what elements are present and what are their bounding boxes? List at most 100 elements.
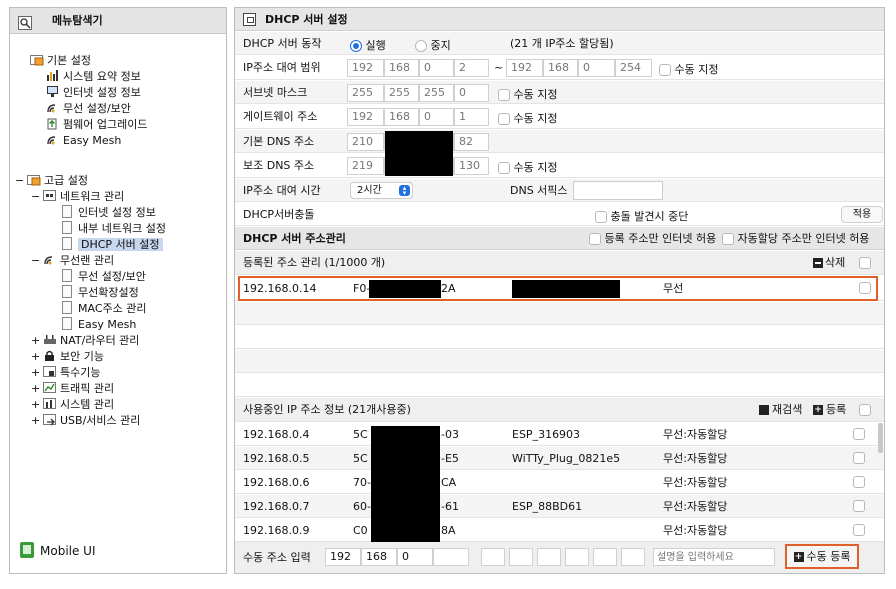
tree-item-system-summary[interactable]: 시스템 요약 정보 xyxy=(46,69,141,85)
tree-usb-service[interactable]: + USB/서비스 관리 xyxy=(31,413,140,429)
radio-on[interactable]: 실행 xyxy=(350,37,386,53)
dns1-4[interactable]: 82 xyxy=(454,133,489,151)
collapse-toggle[interactable]: − xyxy=(31,253,43,269)
table-row[interactable]: 192.168.0.5 5C -E5 WiTTy_Plug_0821e5 무선:자동할당 xyxy=(235,447,884,470)
tree-item-internet-settings[interactable]: 인터넷 설정 정보 xyxy=(62,205,156,221)
mobile-ui-link[interactable]: Mobile UI xyxy=(20,542,96,559)
expand-toggle[interactable]: + xyxy=(31,365,43,381)
range-end-4[interactable]: 254 xyxy=(615,59,652,77)
redaction-block xyxy=(385,131,453,176)
table-row[interactable]: 192.168.0.4 5C -03 ESP_316903 무선:자동할당 xyxy=(235,423,884,446)
folder-gear-icon xyxy=(30,53,44,66)
tree-basic-settings[interactable]: 기본 설정 xyxy=(30,53,91,69)
dns2-1[interactable]: 219 xyxy=(347,157,384,175)
page-icon xyxy=(62,205,72,218)
manual-register-button[interactable]: + 수동 등록 xyxy=(785,544,859,569)
scrollbar[interactable] xyxy=(878,423,883,453)
cell-mac-end: CA xyxy=(441,476,457,489)
collapse-toggle[interactable]: − xyxy=(31,189,43,205)
range-start-4[interactable]: 2 xyxy=(454,59,489,77)
tree-security[interactable]: + 보안 기능 xyxy=(31,349,104,365)
dns2-4[interactable]: 130 xyxy=(454,157,489,175)
tree-item-dhcp-server[interactable]: DHCP 서버 설정 xyxy=(62,237,163,253)
range-start-2[interactable]: 168 xyxy=(384,59,419,77)
manual-ip-3[interactable]: 0 xyxy=(397,548,433,566)
tree-advanced-settings[interactable]: − 고급 설정 xyxy=(15,173,88,189)
manual-mac-5[interactable] xyxy=(593,548,617,566)
select-all-registered[interactable] xyxy=(859,257,871,269)
radio-off[interactable]: 중지 xyxy=(415,37,451,53)
select-all-in-use[interactable] xyxy=(859,404,871,416)
expand-toggle[interactable]: + xyxy=(31,381,43,397)
gateway-manual[interactable]: 수동 지정 xyxy=(498,110,557,126)
table-row[interactable]: 192.168.0.9 C0 8A 무선:자동할당 xyxy=(235,519,884,542)
tree-nat-router[interactable]: + NAT/라우터 관리 xyxy=(31,333,139,349)
manual-mac-2[interactable] xyxy=(509,548,533,566)
tree-traffic[interactable]: + 트래픽 관리 xyxy=(31,381,114,397)
gateway-1[interactable]: 192 xyxy=(347,108,384,126)
row-checkbox[interactable] xyxy=(853,524,865,536)
auto-only-option[interactable]: 자동할당 주소만 인터넷 허용 xyxy=(722,227,869,250)
range-end-1[interactable]: 192 xyxy=(506,59,543,77)
tree-item-internet-info[interactable]: 인터넷 설정 정보 xyxy=(46,85,141,101)
table-row[interactable]: 192.168.0.6 70- CA 무선:자동할당 xyxy=(235,471,884,494)
gateway-3[interactable]: 0 xyxy=(419,108,454,126)
range-start-1[interactable]: 192 xyxy=(347,59,384,77)
conflict-stop[interactable]: 충돌 발견시 중단 xyxy=(595,208,688,224)
row-checkbox[interactable] xyxy=(853,428,865,440)
delete-button[interactable]: 삭제 xyxy=(813,251,845,275)
tree-network-mgmt[interactable]: − 네트워크 관리 xyxy=(31,189,124,205)
subnet-2[interactable]: 255 xyxy=(384,84,419,102)
subnet-4[interactable]: 0 xyxy=(454,84,489,102)
row-checkbox[interactable] xyxy=(853,476,865,488)
expand-toggle[interactable]: + xyxy=(31,413,43,429)
in-use-header: 사용중인 IP 주소 정보 (21개사용중) 재검색 + 등록 xyxy=(235,398,884,422)
dns2-manual[interactable]: 수동 지정 xyxy=(498,159,557,175)
apply-button[interactable]: 적용 xyxy=(841,206,883,223)
register-button[interactable]: + 등록 xyxy=(813,398,846,422)
expand-toggle[interactable]: + xyxy=(31,333,43,349)
tree-item-firmware[interactable]: 펌웨어 업그레이드 xyxy=(46,117,147,133)
tree-item-easy-mesh[interactable]: Easy Mesh xyxy=(46,133,121,149)
row-checkbox[interactable] xyxy=(853,452,865,464)
manual-mac-3[interactable] xyxy=(537,548,561,566)
expand-toggle[interactable]: + xyxy=(31,397,43,413)
tree-item-wireless-security[interactable]: 무선 설정/보안 xyxy=(62,269,146,285)
subnet-manual[interactable]: 수동 지정 xyxy=(498,86,557,102)
window-icon xyxy=(243,13,256,26)
manual-ip-1[interactable]: 192 xyxy=(325,548,361,566)
range-start-3[interactable]: 0 xyxy=(419,59,454,77)
tree-special[interactable]: + 특수기능 xyxy=(31,365,100,381)
subnet-1[interactable]: 255 xyxy=(347,84,384,102)
tree-item-wireless-security[interactable]: 무선 설정/보안 xyxy=(46,101,131,117)
manual-mac-1[interactable] xyxy=(481,548,505,566)
registered-only-option[interactable]: 등록 주소만 인터넷 허용 xyxy=(589,227,716,250)
description-input[interactable] xyxy=(653,548,775,566)
rescan-button[interactable]: 재검색 xyxy=(759,398,802,422)
dns1-1[interactable]: 210 xyxy=(347,133,384,151)
tree-item-lan-settings[interactable]: 내부 네트워크 설정 xyxy=(62,221,166,237)
tree-item-easy-mesh[interactable]: Easy Mesh xyxy=(62,317,136,333)
lease-select[interactable]: 2시간 ▴ ▾ xyxy=(350,182,413,199)
manual-ip-2[interactable]: 168 xyxy=(361,548,397,566)
tree-system[interactable]: + 시스템 관리 xyxy=(31,397,114,413)
gateway-4[interactable]: 1 xyxy=(454,108,489,126)
expand-toggle[interactable]: + xyxy=(31,349,43,365)
plus-icon: + xyxy=(793,552,804,562)
range-end-2[interactable]: 168 xyxy=(543,59,578,77)
manual-mac-6[interactable] xyxy=(621,548,645,566)
range-manual[interactable]: 수동 지정 xyxy=(659,61,718,77)
subnet-3[interactable]: 255 xyxy=(419,84,454,102)
range-end-3[interactable]: 0 xyxy=(578,59,615,77)
registered-header: 등록된 주소 관리 (1/1000 개) 삭제 xyxy=(235,251,884,275)
manual-ip-4[interactable] xyxy=(433,548,469,566)
manual-mac-4[interactable] xyxy=(565,548,589,566)
gateway-2[interactable]: 168 xyxy=(384,108,419,126)
table-row[interactable]: 192.168.0.7 60- -61 ESP_88BD61 무선:자동할당 xyxy=(235,495,884,518)
tree-wireless-mgmt[interactable]: − 무선랜 관리 xyxy=(31,253,114,269)
collapse-toggle[interactable]: − xyxy=(15,173,27,189)
tree-item-wireless-extension[interactable]: 무선확장설정 xyxy=(62,285,139,301)
dns-suffix-input[interactable] xyxy=(573,181,663,200)
tree-item-mac-mgmt[interactable]: MAC주소 관리 xyxy=(62,301,146,317)
row-checkbox[interactable] xyxy=(853,500,865,512)
